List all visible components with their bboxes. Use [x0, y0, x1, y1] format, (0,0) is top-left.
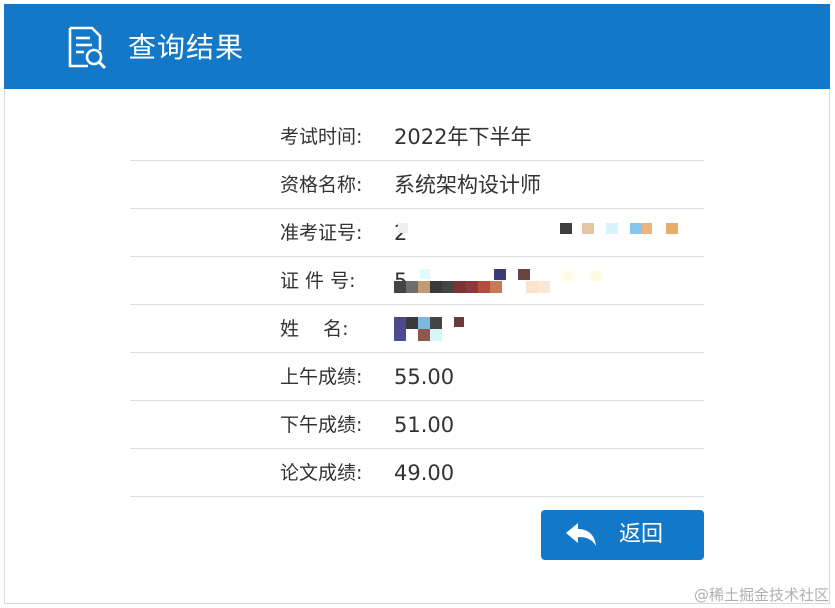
row-name: 姓 名:	[130, 305, 704, 353]
afternoon-score-value: 51.00	[394, 413, 455, 437]
qualification-value: 系统架构设计师	[394, 173, 541, 197]
row-qualification: 资格名称: 系统架构设计师	[130, 161, 704, 209]
morning-score-value: 55.00	[394, 365, 455, 389]
back-button[interactable]: 返回	[541, 510, 704, 560]
row-admission-number: 准考证号: 2	[130, 209, 704, 257]
redaction-mosaic	[394, 315, 624, 349]
morning-score-label: 上午成绩:	[280, 366, 363, 388]
admission-number-label: 准考证号:	[280, 222, 363, 244]
redaction-mosaic	[394, 219, 678, 253]
row-morning-score: 上午成绩: 55.00	[130, 353, 704, 401]
id-number-label: 证 件 号:	[280, 270, 356, 292]
page-header: 查询结果	[4, 4, 830, 89]
qualification-label: 资格名称:	[280, 174, 363, 196]
essay-score-value: 49.00	[394, 461, 455, 485]
page-title: 查询结果	[128, 31, 245, 64]
exam-time-value: 2022年下半年	[394, 125, 532, 149]
exam-time-label: 考试时间:	[280, 126, 363, 148]
name-label: 姓 名:	[280, 318, 349, 340]
document-search-icon	[68, 26, 107, 70]
row-essay-score: 论文成绩: 49.00	[130, 449, 704, 497]
row-id-number: 证 件 号: 5	[130, 257, 704, 305]
result-table: 考试时间: 2022年下半年 资格名称: 系统架构设计师 准考证号: 2 证 件…	[130, 113, 704, 497]
row-exam-time: 考试时间: 2022年下半年	[130, 113, 704, 161]
return-arrow-icon	[566, 523, 596, 546]
row-afternoon-score: 下午成绩: 51.00	[130, 401, 704, 449]
essay-score-label: 论文成绩:	[280, 462, 363, 484]
redaction-mosaic	[394, 267, 624, 301]
afternoon-score-label: 下午成绩:	[280, 414, 363, 436]
watermark: @稀土掘金技术社区	[693, 586, 829, 604]
back-button-label: 返回	[619, 522, 664, 547]
